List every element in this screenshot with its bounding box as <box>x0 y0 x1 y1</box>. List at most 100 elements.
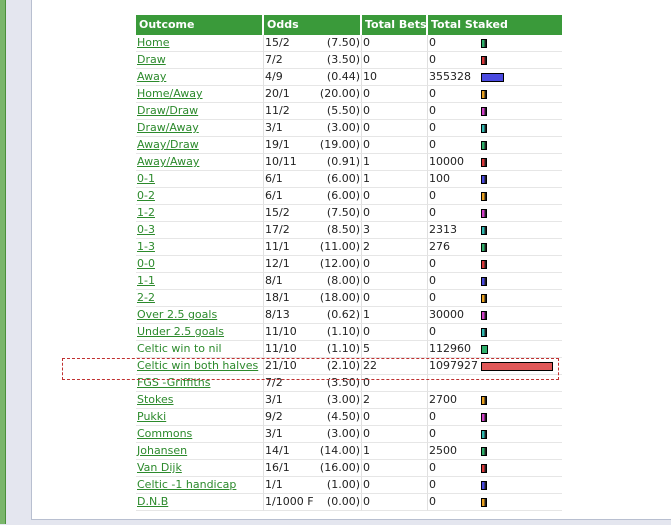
odds-fractional: 8/13 <box>264 307 314 324</box>
outcome-link[interactable]: Stokes <box>137 393 174 406</box>
stake-bar <box>481 429 487 439</box>
stake-bar <box>481 293 487 303</box>
total-staked-cell: 0 <box>428 409 562 426</box>
table-header-row: Outcome Odds Total Bets Total Staked <box>136 15 562 35</box>
total-bets: 0 <box>362 120 428 137</box>
total-bets: 0 <box>362 324 428 341</box>
outcome-cell: Stokes <box>136 392 264 409</box>
table-row: Home 15/2 (7.50) 0 0 <box>136 35 562 52</box>
odds-decimal: (2.10) <box>314 358 362 375</box>
total-staked: 0 <box>429 53 436 66</box>
outcome-cell: Over 2.5 goals <box>136 307 264 324</box>
stake-bar <box>481 72 504 82</box>
total-bets: 0 <box>362 137 428 154</box>
odds-decimal: (11.00) <box>314 239 362 256</box>
total-staked-cell: 2700 <box>428 392 562 409</box>
total-staked: 2700 <box>429 393 457 406</box>
odds-decimal: (1.10) <box>314 324 362 341</box>
odds-decimal: (3.50) <box>314 52 362 69</box>
odds-decimal: (18.00) <box>314 290 362 307</box>
total-staked: 100 <box>429 172 450 185</box>
outcome-link[interactable]: Under 2.5 goals <box>137 325 224 338</box>
odds-fractional: 1/1000 F <box>264 494 314 511</box>
outcome-link[interactable]: Celtic -1 handicap <box>137 478 236 491</box>
odds-fractional: 15/2 <box>264 205 314 222</box>
stake-bar <box>481 140 487 150</box>
total-staked: 0 <box>429 274 436 287</box>
total-staked: 0 <box>429 206 436 219</box>
table-row: Pukki 9/2 (4.50) 0 0 <box>136 409 562 426</box>
outcome-link[interactable]: Home <box>137 36 169 49</box>
outcome-link[interactable]: Draw/Draw <box>137 104 198 117</box>
outcome-cell: Van Dijk <box>136 460 264 477</box>
table-row: Draw 7/2 (3.50) 0 0 <box>136 52 562 69</box>
stake-bar <box>481 395 487 405</box>
odds-decimal: (19.00) <box>314 137 362 154</box>
outcome-link[interactable]: 0-0 <box>137 257 155 270</box>
total-staked: 0 <box>429 461 436 474</box>
header-odds: Odds <box>264 15 362 35</box>
total-bets: 0 <box>362 188 428 205</box>
outcome-link[interactable]: Away <box>137 70 166 83</box>
total-bets: 1 <box>362 443 428 460</box>
outcome-link[interactable]: Celtic win both halves <box>137 359 258 372</box>
outcome-link[interactable]: Pukki <box>137 410 166 423</box>
odds-fractional: 3/1 <box>264 392 314 409</box>
outcome-link[interactable]: Away/Draw <box>137 138 199 151</box>
outcome-cell: Draw/Away <box>136 120 264 137</box>
outcome-link[interactable]: 1-3 <box>137 240 155 253</box>
table-row: 1-1 8/1 (8.00) 0 0 <box>136 273 562 290</box>
outcome-cell: Away/Draw <box>136 137 264 154</box>
total-staked-cell: 0 <box>428 205 562 222</box>
total-bets: 2 <box>362 239 428 256</box>
table-row: Over 2.5 goals 8/13 (0.62) 1 30000 <box>136 307 562 324</box>
outcome-cell: Celtic -1 handicap <box>136 477 264 494</box>
odds-decimal: (3.00) <box>314 426 362 443</box>
odds-fractional: 6/1 <box>264 171 314 188</box>
total-bets: 22 <box>362 358 428 375</box>
stake-bar <box>481 259 487 269</box>
outcome-link[interactable]: 2-2 <box>137 291 155 304</box>
odds-decimal: (7.50) <box>314 205 362 222</box>
outcome-link[interactable]: Commons <box>137 427 192 440</box>
table-row: 0-2 6/1 (6.00) 0 0 <box>136 188 562 205</box>
odds-decimal: (14.00) <box>314 443 362 460</box>
outcome-link[interactable]: 0-1 <box>137 172 155 185</box>
stake-bar <box>481 55 487 65</box>
odds-fractional: 9/2 <box>264 409 314 426</box>
table-row: Away/Away 10/11 (0.91) 1 10000 <box>136 154 562 171</box>
outcome-link[interactable]: Over 2.5 goals <box>137 308 217 321</box>
total-bets: 0 <box>362 205 428 222</box>
total-staked-cell: 10000 <box>428 154 562 171</box>
outcome-link[interactable]: Home/Away <box>137 87 203 100</box>
outcome-link[interactable]: 0-3 <box>137 223 155 236</box>
stake-bar <box>481 463 487 473</box>
outcome-link[interactable]: Draw <box>137 53 166 66</box>
table-row: Away/Draw 19/1 (19.00) 0 0 <box>136 137 562 154</box>
total-staked-cell: 0 <box>428 188 562 205</box>
total-staked-cell: 355328 <box>428 69 562 86</box>
outcome-link[interactable]: 0-2 <box>137 189 155 202</box>
outcome-link[interactable]: 1-1 <box>137 274 155 287</box>
odds-fractional: 18/1 <box>264 290 314 307</box>
stake-bar <box>481 310 487 320</box>
total-bets: 2 <box>362 392 428 409</box>
outcome-link[interactable]: FGS -Griffiths <box>137 376 210 389</box>
total-staked: 0 <box>429 291 436 304</box>
outcome-link[interactable]: 1-2 <box>137 206 155 219</box>
odds-fractional: 19/1 <box>264 137 314 154</box>
outcome-cell: Away/Away <box>136 154 264 171</box>
outcome-link[interactable]: D.N.B <box>137 495 168 508</box>
stake-bar <box>481 497 487 507</box>
table-row: Celtic win both halves 21/10 (2.10) 22 10979… <box>136 358 562 375</box>
outcome-link[interactable]: Johansen <box>137 444 187 457</box>
odds-decimal: (20.00) <box>314 86 362 103</box>
total-staked-cell: 112960 <box>428 341 562 358</box>
outcome-link[interactable]: Away/Away <box>137 155 199 168</box>
outcome-cell: Draw/Draw <box>136 103 264 120</box>
outcome-cell: Under 2.5 goals <box>136 324 264 341</box>
table-row: 0-3 17/2 (8.50) 3 2313 <box>136 222 562 239</box>
outcome-link[interactable]: Draw/Away <box>137 121 199 134</box>
odds-decimal: (0.91) <box>314 154 362 171</box>
outcome-link[interactable]: Van Dijk <box>137 461 182 474</box>
